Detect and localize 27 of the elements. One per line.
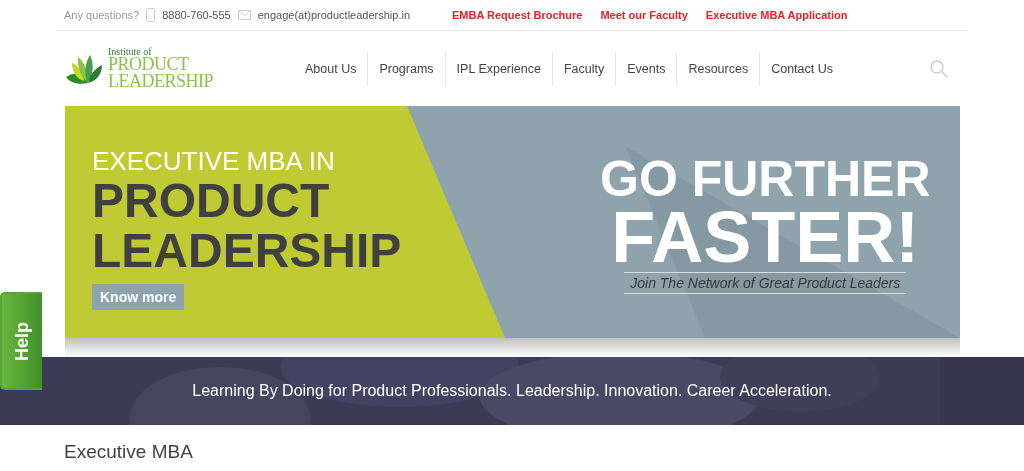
top-link[interactable]: EMBA Request Brochure	[452, 9, 583, 21]
banner-subtitle: EXECUTIVE MBA IN	[92, 146, 335, 176]
nav-link[interactable]: About Us	[294, 51, 368, 86]
nav-link[interactable]: Events	[615, 51, 677, 86]
section-title: Executive MBA	[64, 441, 194, 463]
banner-headline: GO FURTHER	[600, 154, 931, 204]
nav-link[interactable]: Resources	[676, 51, 760, 86]
phone-icon	[146, 8, 156, 22]
logo-text: PRODUCT	[108, 56, 189, 74]
nav-link[interactable]: Contact Us	[759, 51, 845, 86]
top-link[interactable]: Meet our Faculty	[600, 9, 688, 21]
banner-headline: FASTER!	[611, 204, 920, 270]
banner-title: PRODUCT	[92, 176, 330, 226]
tagline-text: Learning By Doing for Product Professionals. Leadership. Innovation. Career Acceleration.	[192, 382, 832, 400]
question-text: Any questions?	[64, 9, 140, 21]
nav-link[interactable]: Programs	[367, 51, 445, 86]
mail-icon	[237, 10, 251, 20]
search-icon[interactable]	[930, 59, 948, 78]
nav-link[interactable]: Faculty	[551, 51, 616, 86]
banner-title: LEADERSHIP	[92, 226, 402, 276]
banner-tagline: Join The Network of Great Product Leaders	[624, 272, 907, 294]
nav-link[interactable]: IPL Experience	[444, 51, 552, 86]
logo-text: LEADERSHIP	[108, 73, 213, 91]
email-address: engage(at)productleadership.in	[257, 9, 410, 21]
phone-number: 8880-760-555	[162, 9, 231, 21]
logo-text: Institute of	[108, 46, 153, 57]
top-link[interactable]: Executive MBA Application	[705, 9, 848, 21]
